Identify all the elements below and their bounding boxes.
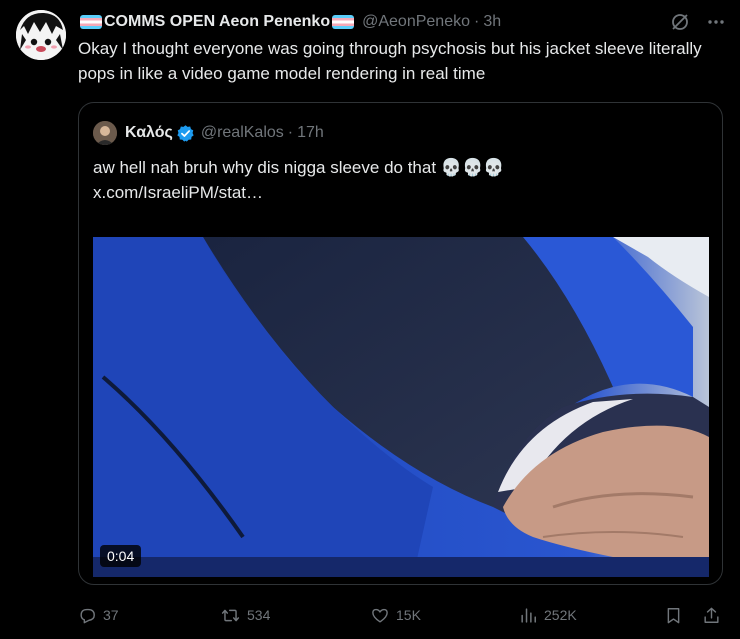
quote-header: Καλός @realKalos · 17h [93, 121, 324, 145]
tweet-header: COMMS OPEN Aeon Penenko @AeonPeneko · 3h [78, 11, 726, 33]
video-frame [93, 237, 709, 577]
trans-flag-icon [80, 15, 102, 29]
repost-icon [221, 609, 240, 621]
video-duration: 0:04 [100, 545, 142, 567]
quote-link[interactable]: x.com/IsraeliPM/stat… [93, 180, 703, 205]
repost-count: 534 [247, 607, 271, 623]
quote-timestamp[interactable]: 17h [297, 124, 324, 142]
bookmark-icon [667, 607, 680, 623]
tweet-text: Okay I thought everyone was going throug… [78, 39, 702, 83]
views-icon [521, 607, 536, 623]
like-icon [372, 608, 388, 623]
share-button[interactable] [702, 601, 721, 629]
avatar[interactable] [16, 10, 66, 60]
quote-avatar[interactable] [93, 121, 117, 145]
repost-button[interactable]: 534 [220, 601, 270, 629]
view-count: 252K [544, 607, 577, 623]
timestamp[interactable]: 3h [483, 13, 501, 31]
quote-separator: · [287, 124, 294, 141]
reply-count: 37 [103, 607, 119, 623]
views-button[interactable]: 252K [519, 601, 577, 629]
video-player[interactable]: 0:04 [93, 237, 709, 577]
more-icon[interactable] [706, 12, 726, 32]
reply-icon [80, 608, 95, 623]
quote-text-block: aw hell nah bruh why dis nigga sleeve do… [93, 155, 703, 205]
handle[interactable]: @AeonPeneko [362, 13, 470, 31]
quoted-tweet[interactable]: Καλός @realKalos · 17h aw hell nah bruh … [78, 102, 723, 585]
share-icon [704, 607, 719, 623]
like-button[interactable]: 15K [370, 601, 421, 629]
grok-icon[interactable] [670, 12, 690, 32]
action-bar: 37 534 15K 252K [78, 601, 726, 629]
display-name[interactable]: COMMS OPEN Aeon Penenko [104, 13, 330, 31]
quote-handle[interactable]: @realKalos [201, 124, 284, 142]
quote-display-name[interactable]: Καλός [125, 124, 173, 142]
trans-flag-icon [332, 15, 355, 29]
separator: · [473, 13, 480, 30]
like-count: 15K [396, 607, 421, 623]
reply-button[interactable]: 37 [78, 601, 119, 629]
bookmark-button[interactable] [664, 601, 683, 629]
quote-text: aw hell nah bruh why dis nigga sleeve do… [93, 158, 505, 177]
verified-badge-icon [176, 124, 195, 143]
